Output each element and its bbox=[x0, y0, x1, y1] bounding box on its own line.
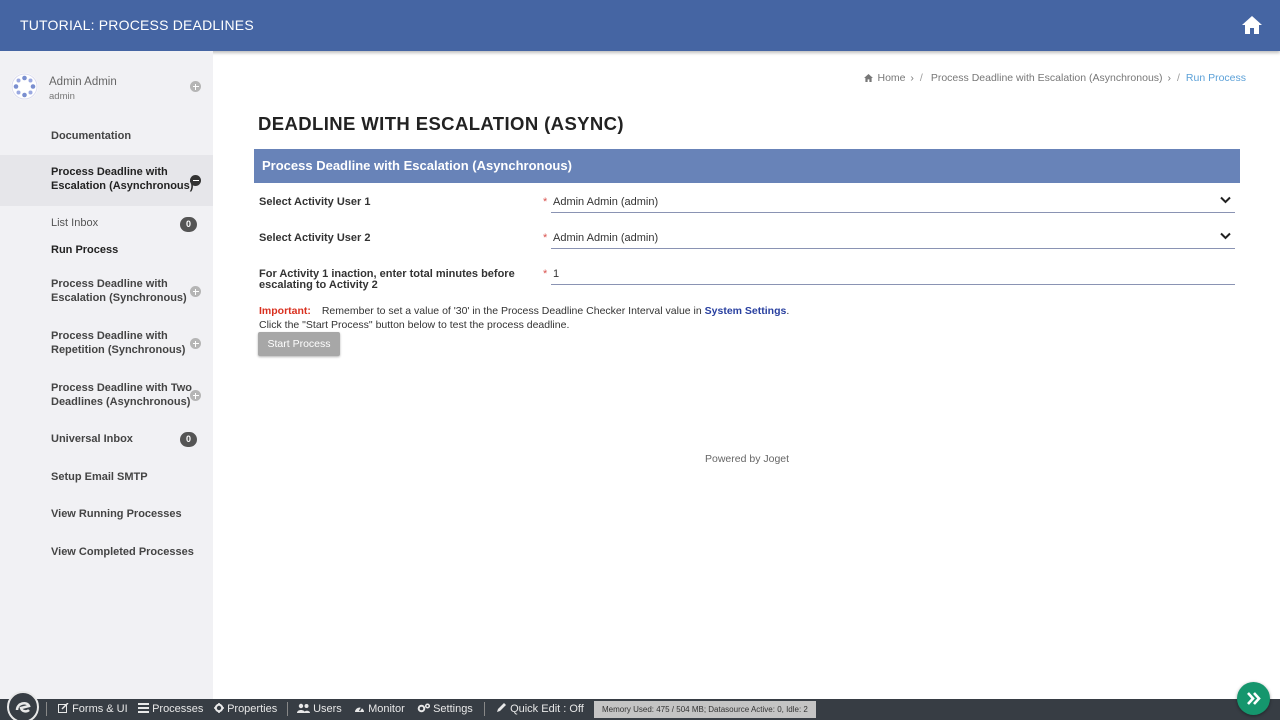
user-profile[interactable]: Admin Admin admin bbox=[0, 67, 213, 107]
home-icon bbox=[863, 74, 873, 82]
settings-menu[interactable]: Settings bbox=[417, 703, 473, 715]
expand-plus-icon[interactable] bbox=[190, 79, 201, 97]
memory-status: Memory Used: 475 / 504 MB; Datasource Ac… bbox=[594, 701, 816, 718]
admin-bar: Forms & UI Processes Properties Users Mo… bbox=[0, 691, 1280, 720]
sidebar-item-run-process[interactable]: Run Process bbox=[0, 243, 213, 259]
required-mark: * bbox=[543, 232, 548, 244]
sidebar-item-universal-inbox[interactable]: Universal Inbox 0 bbox=[0, 431, 213, 447]
sidebar: Admin Admin admin Documentation Process … bbox=[0, 51, 213, 699]
important-note: Important: Remember to set a value of '3… bbox=[259, 305, 790, 331]
quick-edit-toggle[interactable]: Quick Edit : Off bbox=[496, 703, 584, 715]
properties-menu[interactable]: Properties bbox=[214, 703, 277, 715]
home-icon[interactable] bbox=[1240, 14, 1264, 36]
breadcrumb-home[interactable]: Home › bbox=[863, 72, 914, 84]
system-settings-link[interactable]: System Settings bbox=[705, 305, 787, 317]
inbox-count-badge: 0 bbox=[180, 432, 197, 447]
sidebar-item-label: List Inbox bbox=[51, 217, 99, 229]
activity-user-1-select[interactable]: Admin Admin (admin) bbox=[551, 191, 1235, 213]
sidebar-item-view-running-processes[interactable]: View Running Processes bbox=[0, 506, 213, 522]
expand-plus-icon[interactable] bbox=[190, 338, 201, 352]
expand-plus-icon[interactable] bbox=[190, 390, 201, 404]
sidebar-item-view-completed-processes[interactable]: View Completed Processes bbox=[0, 544, 213, 560]
sidebar-item-label: Run Process bbox=[51, 244, 119, 256]
sidebar-item-label: Process Deadline with Repetition (Synchro… bbox=[51, 330, 186, 356]
processes-menu[interactable]: Processes bbox=[138, 703, 203, 715]
sidebar-item-deadline-escalation-async[interactable]: Process Deadline with Escalation (Asynchr… bbox=[0, 155, 213, 206]
sidebar-item-documentation[interactable]: Documentation bbox=[0, 127, 213, 145]
form-header: Process Deadline with Escalation (Asynch… bbox=[254, 149, 1240, 183]
sidebar-item-label: Documentation bbox=[51, 130, 132, 142]
inaction-minutes-label: For Activity 1 inaction, enter total min… bbox=[259, 268, 515, 291]
sidebar-item-label: View Completed Processes bbox=[51, 546, 194, 558]
gear-icon bbox=[214, 703, 224, 713]
sidebar-item-setup-email-smtp[interactable]: Setup Email SMTP bbox=[0, 469, 213, 485]
profile-name: Admin Admin bbox=[49, 76, 117, 88]
sidebar-item-deadline-escalation-sync[interactable]: Process Deadline with Escalation (Synchro… bbox=[0, 276, 213, 308]
required-mark: * bbox=[543, 268, 548, 280]
chevron-down-icon bbox=[1220, 232, 1231, 240]
users-icon bbox=[297, 703, 310, 713]
double-chevron-right-icon bbox=[1247, 692, 1261, 705]
app-title: TUTORIAL: PROCESS DEADLINES bbox=[20, 17, 254, 33]
sidebar-item-label: Universal Inbox bbox=[51, 433, 133, 445]
important-label: Important: bbox=[259, 305, 311, 317]
start-process-button[interactable]: Start Process bbox=[258, 332, 340, 356]
sidebar-item-label: Setup Email SMTP bbox=[51, 471, 148, 483]
note-instruction: Click the "Start Process" button below t… bbox=[259, 319, 570, 331]
selected-value: Admin Admin (admin) bbox=[553, 232, 659, 244]
collapse-minus-icon[interactable] bbox=[190, 175, 201, 189]
sidebar-item-deadline-repetition-sync[interactable]: Process Deadline with Repetition (Synchro… bbox=[0, 328, 213, 360]
sidebar-item-label: Process Deadline with Two Deadlines (Asyn… bbox=[51, 382, 192, 408]
edit-icon bbox=[58, 702, 69, 713]
dashboard-icon bbox=[355, 706, 364, 712]
breadcrumb-parent[interactable]: Process Deadline with Escalation (Asynch… bbox=[929, 72, 1171, 84]
inaction-minutes-input[interactable] bbox=[551, 263, 1235, 285]
inbox-count-badge: 0 bbox=[180, 217, 197, 232]
powered-by: Powered by Joget bbox=[705, 453, 790, 465]
activity-user-2-label: Select Activity User 2 bbox=[259, 232, 371, 244]
monitor-menu[interactable]: Monitor bbox=[354, 703, 405, 715]
chevron-down-icon bbox=[1220, 196, 1231, 204]
pencil-icon bbox=[497, 703, 506, 712]
list-icon bbox=[138, 703, 149, 713]
activity-user-2-select[interactable]: Admin Admin (admin) bbox=[551, 227, 1235, 249]
sidebar-item-label: View Running Processes bbox=[51, 508, 182, 520]
activity-user-1-label: Select Activity User 1 bbox=[259, 196, 371, 208]
expand-arrows-button[interactable] bbox=[1237, 682, 1270, 715]
avatar bbox=[11, 73, 38, 100]
sidebar-item-label: Process Deadline with Escalation (Synchro… bbox=[51, 278, 187, 304]
page-title: DEADLINE WITH ESCALATION (ASYNC) bbox=[258, 113, 624, 134]
sidebar-item-two-deadlines-async[interactable]: Process Deadline with Two Deadlines (Asyn… bbox=[0, 380, 213, 412]
forms-ui-menu[interactable]: Forms & UI bbox=[58, 702, 128, 715]
top-header: TUTORIAL: PROCESS DEADLINES bbox=[0, 0, 1280, 51]
note-text: Remember to set a value of '30' in the P… bbox=[321, 305, 702, 317]
users-menu[interactable]: Users bbox=[297, 703, 342, 715]
joget-logo-icon[interactable] bbox=[7, 691, 39, 720]
selected-value: Admin Admin (admin) bbox=[553, 196, 659, 208]
cogs-icon bbox=[417, 703, 431, 713]
breadcrumb: Home › / Process Deadline with Escalation … bbox=[862, 72, 1248, 84]
sidebar-item-list-inbox[interactable]: List Inbox 0 bbox=[0, 216, 213, 232]
sidebar-item-label: Process Deadline with Escalation (Asynchr… bbox=[51, 166, 194, 192]
expand-plus-icon[interactable] bbox=[190, 286, 201, 300]
breadcrumb-current: Run Process bbox=[1185, 72, 1246, 84]
profile-username: admin bbox=[49, 91, 75, 102]
required-mark: * bbox=[543, 196, 548, 208]
